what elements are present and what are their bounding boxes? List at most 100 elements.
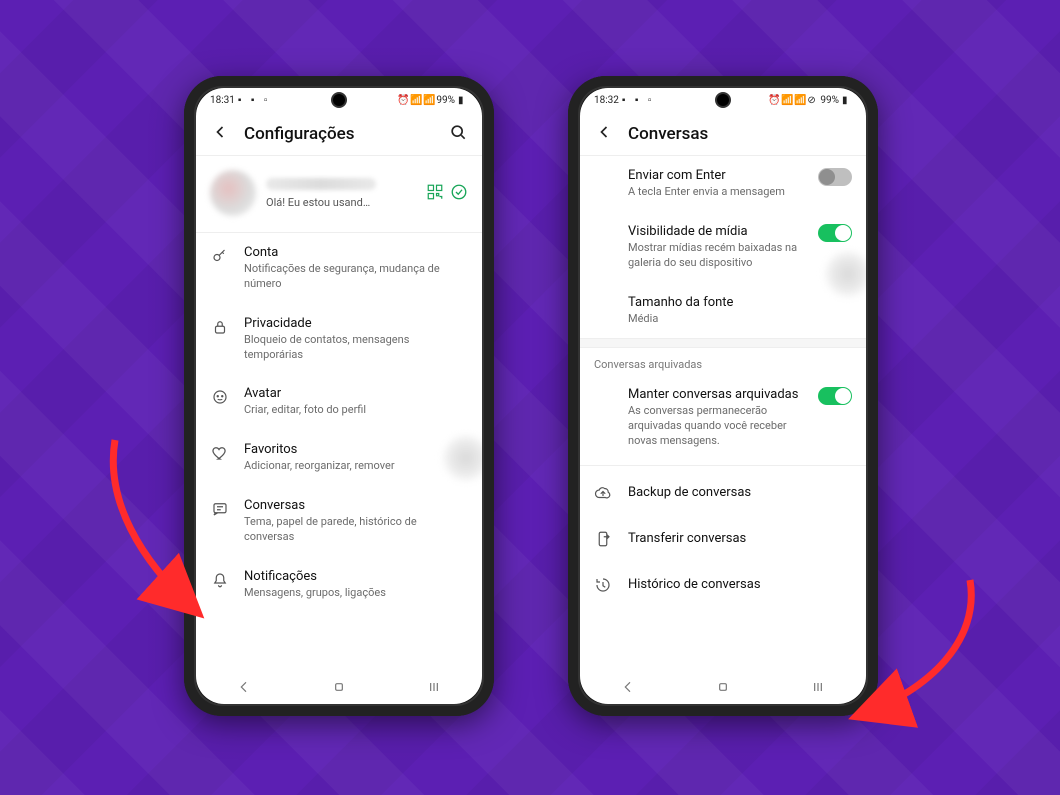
row-subtitle: As conversas permanecerão arquivadas qua… [628,404,804,449]
dnd-icon: ⊘ [807,95,817,105]
toggle-media-visibility[interactable] [818,224,852,242]
lock-icon [210,316,230,336]
back-icon[interactable] [594,122,614,145]
screen-chats: 18:32 ▪ ▪ ▫ ⏰ 📶 📶 ⊘ 99% ▮ Conversas [580,88,866,704]
avatar [210,170,256,216]
history-icon [594,576,612,594]
nav-recents-icon[interactable] [426,679,442,695]
item-title: Privacidade [244,316,468,331]
row-enter-to-send[interactable]: Enviar com Enter A tecla Enter envia a m… [580,156,866,212]
profile-status-text: Olá! Eu estou usand… [266,196,416,209]
status-battery: 99% [820,95,839,106]
settings-item-notifications[interactable]: Notificações Mensagens, grupos, ligações [196,557,482,613]
toggle-keep-archived[interactable] [818,387,852,405]
nav-back-icon[interactable] [236,679,252,695]
app-bar: Configurações [196,112,482,156]
profile-name-blurred [266,178,376,190]
row-title: Tamanho da fonte [628,295,852,310]
nav-back-icon[interactable] [620,679,636,695]
row-title: Enviar com Enter [628,168,804,183]
row-title: Visibilidade de mídia [628,224,804,239]
signal-icon: 📶 [794,95,804,105]
row-subtitle: Média [628,312,852,327]
item-subtitle: Bloqueio de contatos, mensagens temporár… [244,333,468,363]
settings-item-avatar[interactable]: Avatar Criar, editar, foto do perfil [196,374,482,430]
phone-camera [333,94,345,106]
settings-item-favorites[interactable]: Favoritos Adicionar, reorganizar, remove… [196,430,482,486]
status-notif-icon: ▪ [251,95,261,105]
chat-settings-list: Enviar com Enter A tecla Enter envia a m… [580,156,866,670]
item-subtitle: Mensagens, grupos, ligações [244,586,468,601]
bell-icon [210,569,230,589]
android-nav-bar [196,670,482,704]
search-icon[interactable] [448,122,468,145]
add-account-icon[interactable] [450,183,468,204]
row-title: Manter conversas arquivadas [628,387,804,402]
status-battery: 99% [436,95,455,106]
row-media-visibility[interactable]: Visibilidade de mídia Mostrar mídias rec… [580,212,866,283]
battery-icon: ▮ [458,95,468,105]
row-label: Histórico de conversas [628,577,761,592]
alarm-icon: ⏰ [397,95,407,105]
item-subtitle: Adicionar, reorganizar, remover [244,459,468,474]
signal-icon: 📶 [423,95,433,105]
status-notif-icon: ▪ [622,95,632,105]
android-nav-bar [580,670,866,704]
wifi-icon: 📶 [410,95,420,105]
row-backup[interactable]: Backup de conversas [580,470,866,516]
status-time: 18:31 [210,95,235,106]
profile-row[interactable]: Olá! Eu estou usand… [196,156,482,233]
status-notif-icon: ▫ [264,95,274,105]
chat-icon [210,498,230,518]
divider [580,465,866,466]
back-icon[interactable] [210,122,230,145]
cloud-up-icon [594,484,612,502]
row-label: Transferir conversas [628,531,746,546]
status-time: 18:32 [594,95,619,106]
phone-right: 18:32 ▪ ▪ ▫ ⏰ 📶 📶 ⊘ 99% ▮ Conversas [568,76,878,716]
item-subtitle: Criar, editar, foto do perfil [244,403,468,418]
item-title: Avatar [244,386,468,401]
battery-icon: ▮ [842,95,852,105]
wifi-icon: 📶 [781,95,791,105]
nav-home-icon[interactable] [715,679,731,695]
phone-transfer-icon [594,530,612,548]
phone-camera [717,94,729,106]
background-pattern [0,0,1060,795]
key-icon [210,245,230,265]
phone-left: 18:31 ▪ ▪ ▫ ⏰ 📶 📶 99% ▮ Configurações [184,76,494,716]
screen-settings: 18:31 ▪ ▪ ▫ ⏰ 📶 📶 99% ▮ Configurações [196,88,482,704]
row-history[interactable]: Histórico de conversas [580,562,866,608]
row-label: Backup de conversas [628,485,751,500]
row-subtitle: A tecla Enter envia a mensagem [628,185,804,200]
section-title-archived: Conversas arquivadas [580,348,866,375]
status-notif-icon: ▪ [635,95,645,105]
page-title: Configurações [244,124,434,144]
item-subtitle: Notificações de segurança, mudança de nú… [244,262,468,292]
nav-home-icon[interactable] [331,679,347,695]
item-subtitle: Tema, papel de parede, histórico de conv… [244,515,468,545]
qr-icon[interactable] [426,183,444,204]
page-title: Conversas [628,124,852,144]
settings-item-privacy[interactable]: Privacidade Bloqueio de contatos, mensag… [196,304,482,375]
settings-list: Olá! Eu estou usand… Conta Notificações … [196,156,482,670]
nav-recents-icon[interactable] [810,679,826,695]
section-separator [580,338,866,348]
toggle-enter-to-send[interactable] [818,168,852,186]
row-transfer[interactable]: Transferir conversas [580,516,866,562]
row-font-size[interactable]: Tamanho da fonte Média [580,283,866,339]
settings-item-chats[interactable]: Conversas Tema, papel de parede, históri… [196,486,482,557]
item-title: Notificações [244,569,468,584]
status-notif-icon: ▪ [238,95,248,105]
heart-icon [210,442,230,462]
app-bar: Conversas [580,112,866,156]
row-keep-archived[interactable]: Manter conversas arquivadas As conversas… [580,375,866,461]
blurred-overlay [444,436,482,480]
item-title: Favoritos [244,442,468,457]
blurred-overlay [826,252,866,296]
settings-item-account[interactable]: Conta Notificações de segurança, mudança… [196,233,482,304]
item-title: Conversas [244,498,468,513]
item-title: Conta [244,245,468,260]
alarm-icon: ⏰ [768,95,778,105]
row-subtitle: Mostrar mídias recém baixadas na galeria… [628,241,804,271]
